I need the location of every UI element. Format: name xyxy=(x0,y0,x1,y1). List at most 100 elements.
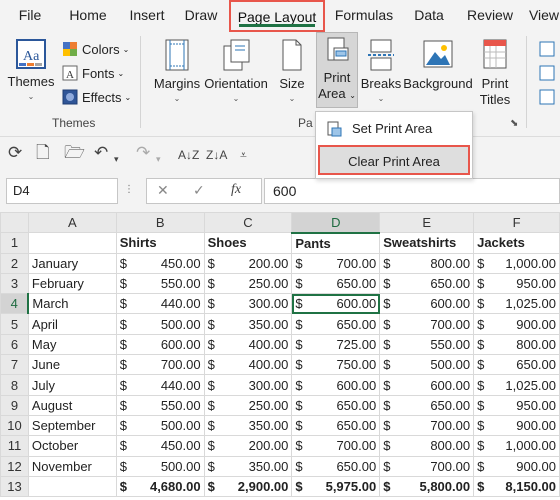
tab-data[interactable]: Data xyxy=(406,0,452,32)
breaks-button[interactable]: Breaks ⌄ xyxy=(360,38,402,104)
tab-view[interactable]: View xyxy=(524,0,560,32)
cell[interactable]: $600.00 xyxy=(379,293,475,315)
name-box[interactable]: D4 xyxy=(6,178,118,204)
more-options-icon[interactable]: ⋮ xyxy=(124,184,134,195)
refresh-icon[interactable]: ⟳ xyxy=(8,143,22,163)
tab-page-layout[interactable]: Page Layout xyxy=(229,0,325,32)
fonts-button[interactable]: A Fonts ⌄ xyxy=(62,62,124,84)
cell[interactable]: $450.00 xyxy=(115,435,205,457)
margins-button[interactable]: Margins ⌄ xyxy=(152,38,202,104)
column-header-e[interactable]: E xyxy=(379,211,475,234)
cell[interactable]: $700.00 xyxy=(379,313,475,335)
cell[interactable]: $200.00 xyxy=(203,252,293,274)
column-title-cell[interactable]: Jackets xyxy=(473,232,560,254)
cell[interactable]: $8,150.00 xyxy=(473,475,560,498)
insert-function-icon[interactable]: fx xyxy=(231,182,241,198)
cell[interactable]: $500.00 xyxy=(379,354,475,376)
column-header-d[interactable]: D xyxy=(291,211,381,234)
cell[interactable]: $700.00 xyxy=(115,354,205,376)
tab-review[interactable]: Review xyxy=(460,0,520,32)
tab-draw[interactable]: Draw xyxy=(178,0,224,32)
cell[interactable]: $450.00 xyxy=(115,252,205,274)
row-header[interactable]: 7 xyxy=(0,354,29,376)
cell[interactable]: $950.00 xyxy=(473,272,560,295)
column-header-a[interactable]: A xyxy=(27,211,117,234)
month-cell[interactable]: October xyxy=(27,435,117,457)
sort-descending-icon[interactable]: Z↓A xyxy=(206,145,227,165)
cell[interactable]: $700.00 xyxy=(291,435,381,457)
cell[interactable]: $900.00 xyxy=(473,414,560,437)
month-cell[interactable]: January xyxy=(27,252,117,274)
cell[interactable]: $650.00 xyxy=(291,313,381,335)
row-header[interactable]: 8 xyxy=(0,374,29,396)
cell[interactable]: $350.00 xyxy=(203,414,293,437)
cell[interactable]: $650.00 xyxy=(473,354,560,376)
customize-toolbar-icon[interactable]: ⩡ xyxy=(240,145,247,165)
cell[interactable]: $1,000.00 xyxy=(473,435,560,457)
colors-button[interactable]: Colors ⌄ xyxy=(62,38,129,60)
cell[interactable]: $4,680.00 xyxy=(115,475,205,498)
themes-button[interactable]: Aa Themes ⌄ xyxy=(6,38,56,102)
cell[interactable]: $900.00 xyxy=(473,455,560,477)
formula-input[interactable]: 600 xyxy=(264,178,560,204)
cell[interactable]: $700.00 xyxy=(291,252,381,274)
effects-button[interactable]: Effects ⌄ xyxy=(62,86,131,108)
cell[interactable]: $650.00 xyxy=(291,272,381,295)
row-header[interactable]: 10 xyxy=(0,414,29,437)
cell[interactable]: $650.00 xyxy=(291,394,381,416)
cancel-icon[interactable]: ✕ xyxy=(157,182,169,199)
cell[interactable]: $650.00 xyxy=(291,414,381,437)
row-header[interactable]: 9 xyxy=(0,394,29,416)
cell[interactable]: $550.00 xyxy=(115,272,205,295)
cell[interactable]: $1,000.00 xyxy=(473,252,560,274)
column-title-cell[interactable]: Shoes xyxy=(203,232,293,254)
chevron-down-icon[interactable]: ▾ xyxy=(114,149,119,169)
orientation-button[interactable]: Orientation ⌄ xyxy=(203,38,269,104)
cell[interactable]: $300.00 xyxy=(203,293,293,315)
cell[interactable]: $700.00 xyxy=(379,455,475,477)
print-titles-button[interactable]: Print Titles xyxy=(474,38,516,108)
cell[interactable]: $600.00 xyxy=(291,374,381,396)
dialog-launcher-icon[interactable]: ⬊ xyxy=(510,118,518,129)
cell[interactable]: $600.00 xyxy=(115,333,205,356)
clear-print-area-menu-item[interactable]: Clear Print Area xyxy=(318,145,470,175)
print-area-button[interactable]: Print Area ⌄ xyxy=(316,36,358,104)
cell[interactable]: $800.00 xyxy=(379,252,475,274)
cell[interactable]: $440.00 xyxy=(115,374,205,396)
tab-file[interactable]: File xyxy=(8,0,52,32)
cell[interactable]: $500.00 xyxy=(115,455,205,477)
tab-insert[interactable]: Insert xyxy=(122,0,172,32)
row-header[interactable]: 6 xyxy=(0,333,29,356)
cell[interactable]: $250.00 xyxy=(203,394,293,416)
cell[interactable]: $750.00 xyxy=(291,354,381,376)
cell[interactable]: $550.00 xyxy=(379,333,475,356)
enter-icon[interactable]: ✓ xyxy=(193,182,205,199)
open-folder-icon[interactable]: 🗁 xyxy=(64,143,85,163)
cell[interactable]: $650.00 xyxy=(379,272,475,295)
cell[interactable]: $550.00 xyxy=(115,394,205,416)
cell[interactable]: $350.00 xyxy=(203,455,293,477)
set-print-area-menu-item[interactable]: Set Print Area xyxy=(316,114,472,144)
row-header[interactable]: 13 xyxy=(0,475,29,498)
month-cell[interactable]: July xyxy=(27,374,117,396)
cell[interactable]: $1,025.00 xyxy=(473,374,560,396)
month-cell[interactable]: September xyxy=(27,414,117,437)
cell[interactable]: $200.00 xyxy=(203,435,293,457)
undo-icon[interactable]: ↶ xyxy=(94,143,108,163)
tab-formulas[interactable]: Formulas xyxy=(330,0,398,32)
chevron-down-icon[interactable]: ▾ xyxy=(156,149,161,169)
row-header[interactable]: 5 xyxy=(0,313,29,335)
active-cell[interactable]: $600.00 xyxy=(291,293,381,315)
cell[interactable] xyxy=(27,475,117,498)
cell[interactable]: $900.00 xyxy=(473,313,560,335)
column-title-cell[interactable]: Pants xyxy=(291,232,381,254)
cell[interactable]: $500.00 xyxy=(115,414,205,437)
column-title-cell[interactable]: Sweatshirts xyxy=(379,232,475,254)
cell[interactable]: $400.00 xyxy=(203,333,293,356)
scale-to-fit-partial[interactable] xyxy=(538,38,560,111)
row-header[interactable]: 3 xyxy=(0,272,29,295)
cell[interactable]: $5,800.00 xyxy=(379,475,475,498)
cell[interactable]: $600.00 xyxy=(379,374,475,396)
column-header-f[interactable]: F xyxy=(473,211,560,234)
new-file-icon[interactable]: 🗋 xyxy=(36,143,50,163)
